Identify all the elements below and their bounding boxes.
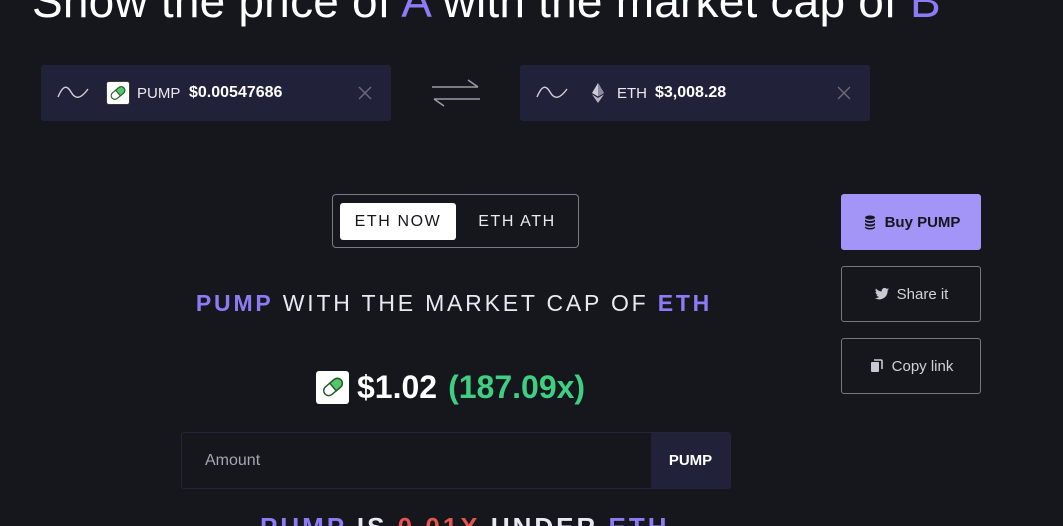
market-cap-toggle: ETH NOW ETH ATH	[332, 194, 579, 248]
summary-is: IS	[347, 512, 398, 526]
headline-text-2: with the market cap of	[429, 0, 910, 27]
copy-button-label: Copy link	[891, 357, 954, 375]
amount-input[interactable]	[182, 433, 652, 488]
copy-link-button[interactable]: Copy link	[841, 338, 981, 394]
coins-icon	[864, 215, 875, 230]
amount-unit: PUMP	[651, 433, 730, 488]
summary-under: UNDER	[481, 512, 609, 526]
token-b-selector[interactable]: ETH $3,008.28	[520, 65, 870, 121]
summary-value: 0.01X	[398, 512, 481, 526]
amount-field: PUMP	[181, 432, 731, 489]
summary-token-a: PUMP	[260, 512, 347, 526]
buy-button[interactable]: Buy PUMP	[841, 194, 981, 250]
twitter-icon	[874, 287, 889, 300]
toggle-eth-now[interactable]: ETH NOW	[340, 203, 456, 240]
share-button-label: Share it	[896, 285, 949, 303]
token-a-selector[interactable]: PUMP $0.00547686	[41, 65, 391, 121]
summary-token-b: ETH	[609, 512, 670, 526]
pill-icon	[316, 370, 349, 404]
token-b-price: $3,008.28	[655, 84, 727, 101]
pill-icon	[106, 81, 130, 105]
subtitle-token-b: ETH	[657, 290, 713, 316]
result-multiplier: (187.09x)	[448, 368, 586, 405]
sparkline-icon	[57, 86, 89, 98]
share-button[interactable]: Share it	[841, 266, 981, 322]
subtitle-middle: WITH THE MARKET CAP OF	[273, 290, 658, 316]
headline-text-1: Show the price of	[32, 0, 402, 27]
result-line: $1.02 (187.09x)	[316, 367, 585, 407]
comparison-subtitle: PUMP WITH THE MARKET CAP OF ETH	[0, 290, 908, 317]
token-a-symbol: PUMP	[137, 85, 181, 102]
token-b-symbol: ETH	[617, 85, 647, 102]
comparison-summary: PUMP IS 0.01X UNDER ETH	[260, 512, 670, 526]
buy-button-label: Buy PUMP	[884, 213, 961, 231]
swap-icon[interactable]	[430, 78, 482, 108]
subtitle-token-a: PUMP	[195, 290, 274, 316]
result-price: $1.02	[357, 368, 438, 405]
headline-a: A	[401, 0, 430, 27]
copy-icon	[870, 359, 883, 372]
ethereum-icon	[592, 83, 604, 103]
page-headline: Show the price of A with the market cap …	[32, 0, 941, 28]
toggle-eth-ath[interactable]: ETH ATH	[464, 203, 570, 240]
sparkline-icon	[536, 86, 568, 98]
headline-b: B	[909, 0, 941, 27]
close-icon[interactable]	[836, 85, 852, 101]
token-a-price: $0.00547686	[189, 84, 283, 101]
close-icon[interactable]	[357, 85, 373, 101]
